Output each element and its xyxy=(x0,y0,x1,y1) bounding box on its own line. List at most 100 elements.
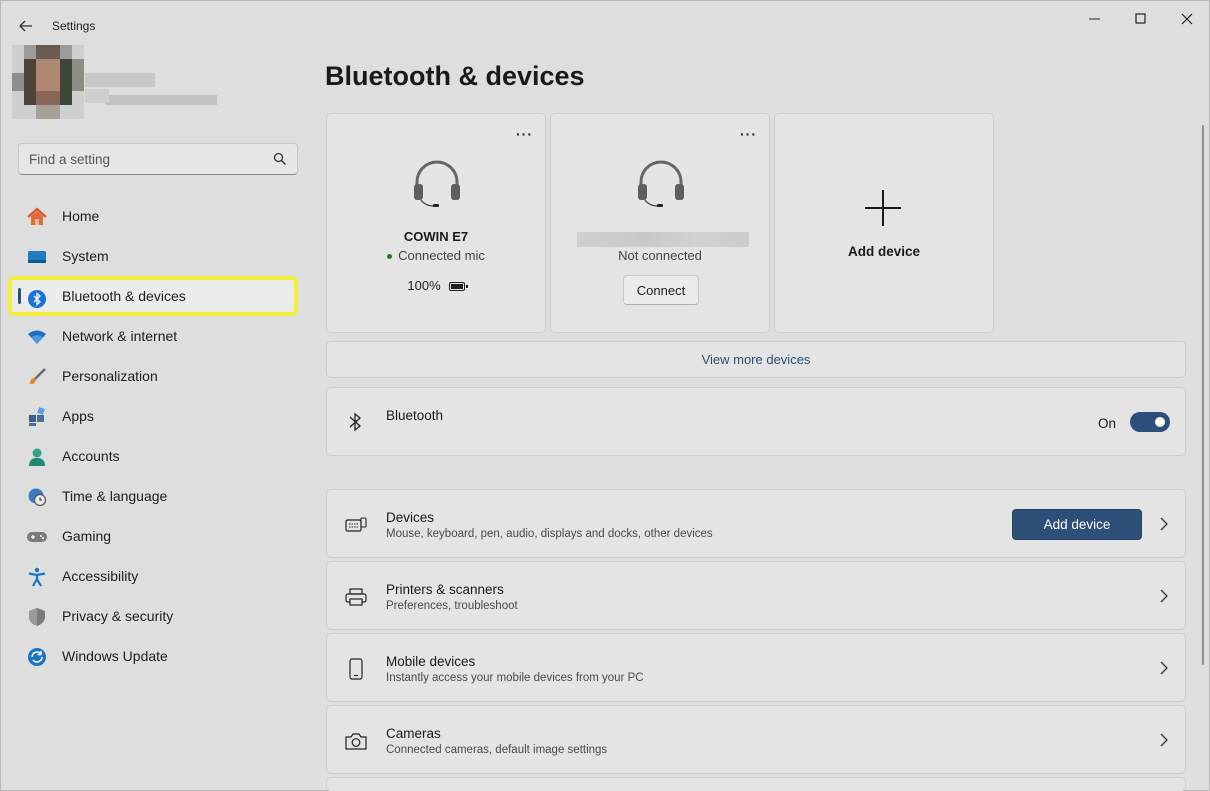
bluetooth-icon xyxy=(349,412,362,432)
row-title: Mobile devices xyxy=(386,654,476,669)
gamepad-icon xyxy=(26,526,48,548)
bluetooth-toggle[interactable] xyxy=(1130,412,1170,432)
device-status: Not connected xyxy=(618,248,702,263)
profile-name-blurred xyxy=(85,73,217,105)
sidebar-item-bluetooth-devices[interactable]: Bluetooth & devices xyxy=(8,276,298,316)
battery-icon xyxy=(448,282,468,292)
maximize-icon xyxy=(1135,13,1146,24)
sidebar-item-personalization[interactable]: Personalization xyxy=(10,356,296,396)
printers-scanners-row[interactable]: Printers & scanners Preferences, trouble… xyxy=(326,561,1186,630)
devices-row[interactable]: Devices Mouse, keyboard, pen, audio, dis… xyxy=(326,489,1186,558)
device-card[interactable]: ··· COWIN E7 Connected mic 100% xyxy=(326,113,546,333)
sidebar-item-label: Home xyxy=(62,208,100,224)
back-arrow-icon xyxy=(19,20,32,32)
chevron-right-icon xyxy=(1160,733,1168,747)
row-description: Preferences, troubleshoot xyxy=(386,600,518,612)
sidebar-item-label: System xyxy=(62,248,109,264)
row-title: Devices xyxy=(386,510,435,525)
headset-icon xyxy=(638,160,684,207)
monitor-icon xyxy=(26,246,48,268)
bluetooth-label: Bluetooth xyxy=(386,408,444,423)
title-bar: Settings xyxy=(1,1,1209,51)
settings-window: Settings Find a setting Home System Blue… xyxy=(0,0,1210,791)
scrollbar[interactable] xyxy=(1202,125,1204,665)
camera-icon xyxy=(345,730,367,752)
accessibility-icon xyxy=(26,566,48,588)
sidebar-item-label: Personalization xyxy=(62,368,158,384)
keyboard-device-icon xyxy=(345,514,367,536)
bluetooth-toggle-row: Bluetooth On xyxy=(326,387,1186,456)
row-description: Instantly access your mobile devices fro… xyxy=(386,672,644,684)
app-title: Settings xyxy=(52,19,96,33)
close-icon xyxy=(1181,13,1193,25)
more-options-icon[interactable]: ··· xyxy=(516,126,533,142)
sidebar-item-privacy-security[interactable]: Privacy & security xyxy=(10,596,296,636)
more-options-icon[interactable]: ··· xyxy=(740,126,757,142)
sidebar-item-windows-update[interactable]: Windows Update xyxy=(10,636,296,676)
device-card[interactable]: ··· Not connected Connect xyxy=(550,113,770,333)
sidebar-item-home[interactable]: Home xyxy=(10,196,296,236)
sidebar-item-label: Accounts xyxy=(62,448,120,464)
home-icon xyxy=(26,206,48,228)
sidebar-item-accounts[interactable]: Accounts xyxy=(10,436,296,476)
minimize-button[interactable] xyxy=(1082,9,1108,29)
sidebar-item-label: Network & internet xyxy=(62,328,178,344)
phone-icon xyxy=(345,658,367,680)
device-status: Connected mic xyxy=(327,248,545,263)
headset-icon xyxy=(414,160,460,207)
sidebar-item-gaming[interactable]: Gaming xyxy=(10,516,296,556)
printer-icon xyxy=(345,586,367,608)
connect-button[interactable]: Connect xyxy=(623,275,699,305)
sidebar-item-label: Apps xyxy=(62,408,94,424)
add-device-button[interactable]: Add device xyxy=(1012,509,1142,540)
row-description: Connected cameras, default image setting… xyxy=(386,744,608,756)
cameras-row[interactable]: Cameras Connected cameras, default image… xyxy=(326,705,1186,774)
search-box[interactable] xyxy=(18,143,298,175)
row-description: Mouse, keyboard, pen, audio, displays an… xyxy=(386,528,713,540)
update-icon xyxy=(26,646,48,668)
add-device-label: Add device xyxy=(847,244,921,259)
chevron-right-icon xyxy=(1160,661,1168,675)
account-icon xyxy=(26,446,48,468)
sidebar-item-label: Bluetooth & devices xyxy=(62,288,186,304)
apps-icon xyxy=(26,406,48,428)
chevron-right-icon xyxy=(1160,517,1168,531)
sidebar-item-system[interactable]: System xyxy=(10,236,296,276)
bluetooth-state: On xyxy=(1098,416,1117,431)
search-input[interactable] xyxy=(19,144,269,174)
page-title: Bluetooth & devices xyxy=(325,61,585,91)
minimize-icon xyxy=(1089,18,1100,20)
avatar[interactable] xyxy=(12,45,84,119)
battery-level: 100% xyxy=(327,278,545,293)
globe-clock-icon xyxy=(26,486,48,508)
sidebar-item-network[interactable]: Network & internet xyxy=(10,316,296,356)
connected-dot-icon xyxy=(387,254,393,260)
sidebar-item-label: Privacy & security xyxy=(62,608,174,624)
active-indicator xyxy=(18,288,21,304)
sidebar-nav: Home System Bluetooth & devices Network … xyxy=(8,196,298,676)
back-button[interactable] xyxy=(15,15,37,37)
sidebar-item-label: Accessibility xyxy=(62,568,139,584)
device-name: COWIN E7 xyxy=(403,229,469,244)
row-title: Printers & scanners xyxy=(386,582,504,597)
plus-icon xyxy=(865,190,901,226)
bluetooth-icon xyxy=(26,288,48,310)
brush-icon xyxy=(26,366,48,388)
sidebar-item-time-language[interactable]: Time & language xyxy=(10,476,296,516)
wifi-icon xyxy=(26,326,48,348)
search-icon[interactable] xyxy=(273,152,287,166)
sidebar-item-accessibility[interactable]: Accessibility xyxy=(10,556,296,596)
chevron-right-icon xyxy=(1160,589,1168,603)
sidebar-item-label: Gaming xyxy=(62,528,112,544)
maximize-button[interactable] xyxy=(1128,9,1154,29)
view-more-devices-button[interactable]: View more devices xyxy=(326,341,1186,378)
add-device-card[interactable]: Add device xyxy=(774,113,994,333)
device-name-blurred xyxy=(577,232,749,247)
sidebar-item-label: Time & language xyxy=(62,488,168,504)
sidebar-item-label: Windows Update xyxy=(62,648,168,664)
mobile-devices-row[interactable]: Mobile devices Instantly access your mob… xyxy=(326,633,1186,702)
next-row-partial[interactable] xyxy=(326,777,1186,791)
sidebar-item-apps[interactable]: Apps xyxy=(10,396,296,436)
close-button[interactable] xyxy=(1174,9,1200,29)
row-title: Cameras xyxy=(386,726,441,741)
